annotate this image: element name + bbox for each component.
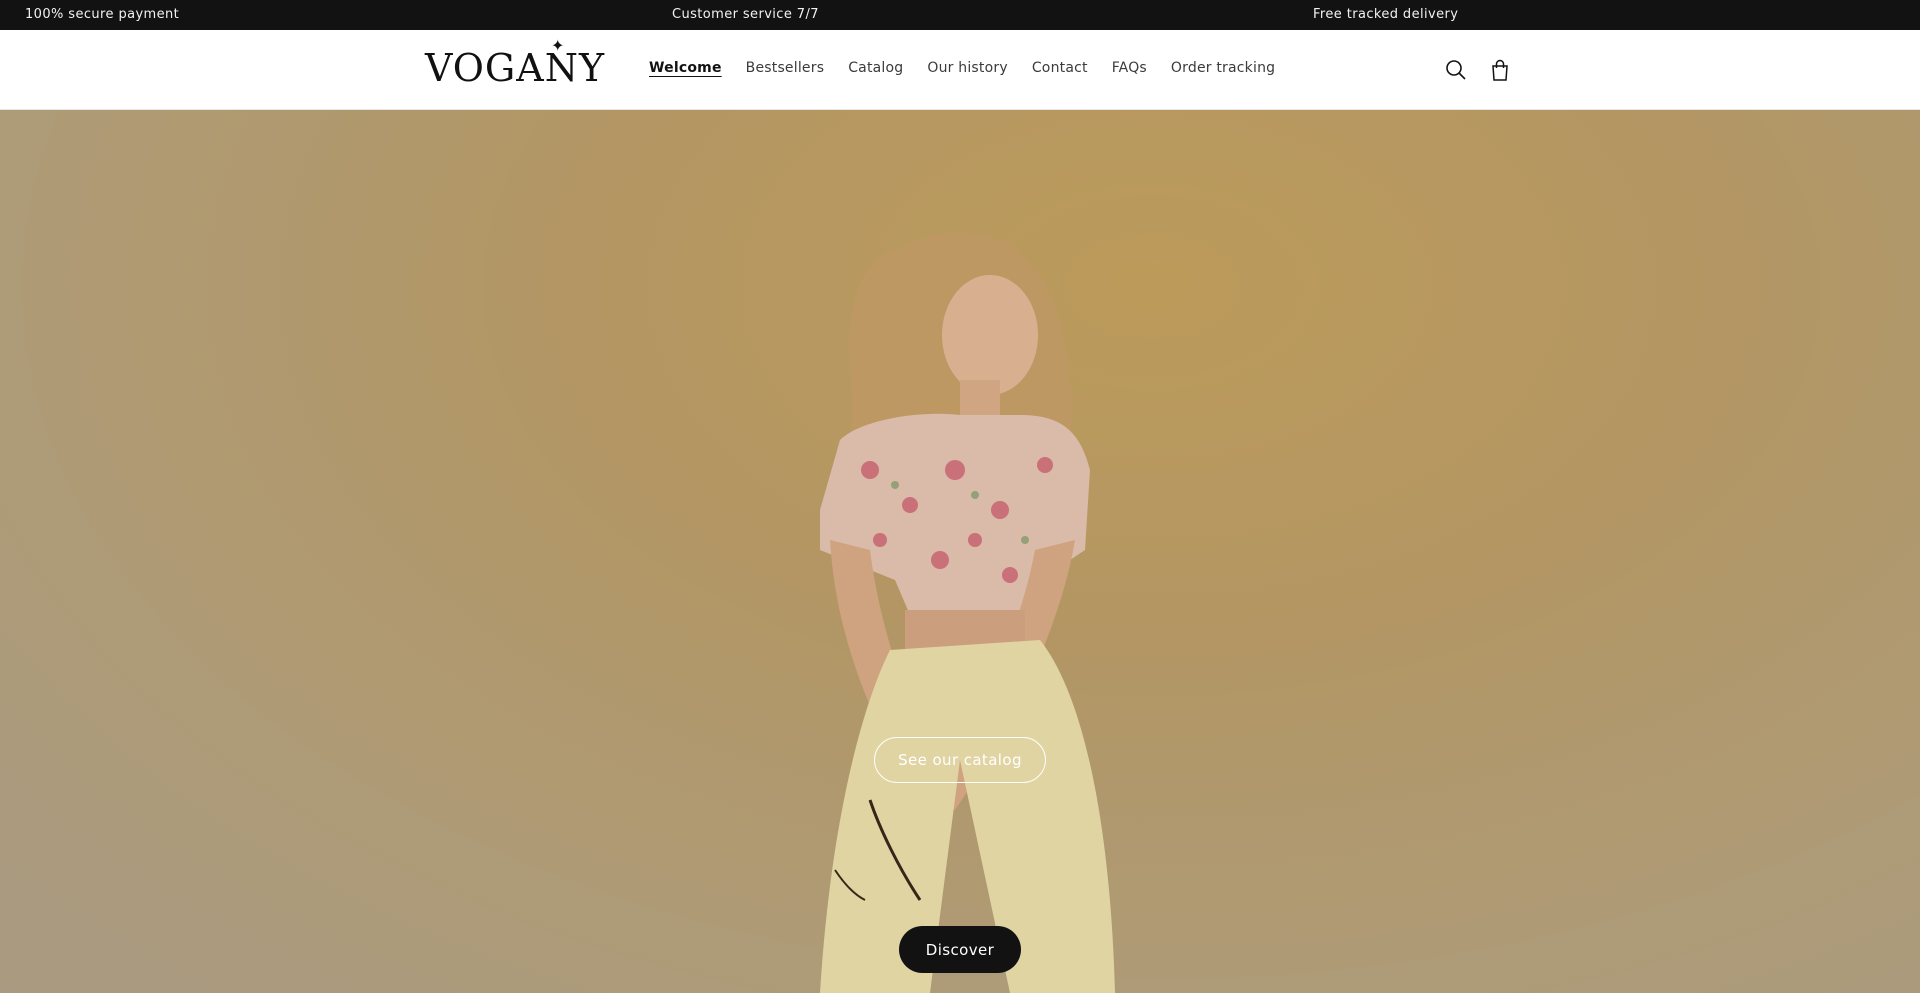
search-icon[interactable] — [1442, 56, 1470, 84]
announcement-secure-payment: 100% secure payment — [25, 7, 180, 22]
site-header: VOGANY ✦ Welcome Bestsellers Catalog Our… — [0, 30, 1920, 110]
main-navigation: Welcome Bestsellers Catalog Our history … — [649, 60, 1299, 76]
nav-order-tracking[interactable]: Order tracking — [1171, 60, 1275, 76]
nav-bestsellers[interactable]: Bestsellers — [746, 60, 825, 76]
bag-icon[interactable] — [1486, 56, 1514, 84]
nav-catalog[interactable]: Catalog — [848, 60, 903, 76]
see-catalog-button[interactable]: See our catalog — [874, 737, 1046, 783]
nav-contact[interactable]: Contact — [1032, 60, 1088, 76]
discover-button[interactable]: Discover — [899, 926, 1021, 973]
brand-logo-text: VOGANY — [425, 46, 606, 90]
brand-logo[interactable]: VOGANY ✦ — [425, 36, 606, 90]
nav-our-history[interactable]: Our history — [927, 60, 1007, 76]
nav-faqs[interactable]: FAQs — [1112, 60, 1147, 76]
logo-star-icon: ✦ — [551, 36, 566, 55]
hero-overlay — [0, 110, 1920, 993]
announcement-free-delivery: Free tracked delivery — [1313, 7, 1459, 22]
hero-banner: See our catalog Discover — [0, 110, 1920, 993]
announcement-customer-service: Customer service 7/7 — [672, 7, 819, 22]
nav-welcome[interactable]: Welcome — [649, 60, 722, 76]
announcement-bar: 100% secure payment Customer service 7/7… — [0, 0, 1920, 30]
